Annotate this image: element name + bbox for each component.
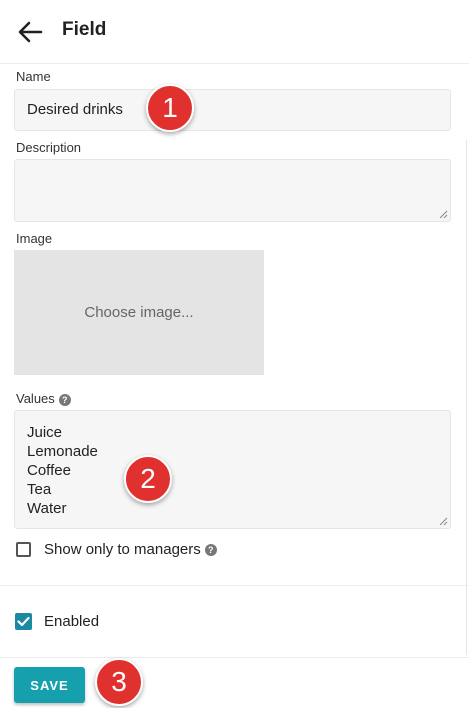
- annotation-badge: 1: [146, 84, 194, 132]
- choose-image-label: Choose image...: [84, 304, 194, 321]
- annotation-badge: 2: [124, 455, 172, 503]
- name-input[interactable]: Desired drinks: [14, 89, 451, 131]
- show-managers-label: Show only to managers: [44, 541, 201, 558]
- show-managers-checkbox[interactable]: [16, 542, 31, 557]
- resize-handle-icon[interactable]: [438, 209, 448, 219]
- image-label: Image: [16, 231, 53, 246]
- values-line: Water: [27, 500, 67, 517]
- show-managers-label-row[interactable]: Show only to managers?: [44, 541, 217, 558]
- section-divider: [0, 585, 469, 586]
- checkmark-icon: [17, 616, 30, 627]
- name-input-value: Desired drinks: [27, 101, 123, 118]
- arrow-left-icon: [18, 21, 43, 43]
- help-icon[interactable]: ?: [204, 544, 217, 557]
- annotation-badge: 3: [95, 658, 143, 706]
- back-button[interactable]: [14, 18, 46, 46]
- choose-image-button[interactable]: Choose image...: [14, 250, 264, 375]
- page-title: Field: [62, 19, 107, 40]
- values-label: Values: [16, 391, 55, 406]
- description-label: Description: [16, 140, 82, 155]
- values-lines: Juice Lemonade Coffee Tea Water: [27, 423, 98, 518]
- resize-handle-icon[interactable]: [438, 516, 448, 526]
- values-textarea[interactable]: Juice Lemonade Coffee Tea Water: [14, 410, 451, 529]
- save-button[interactable]: SAVE: [14, 667, 85, 703]
- name-label: Name: [16, 69, 51, 84]
- enabled-checkbox[interactable]: [15, 613, 32, 630]
- values-line: Lemonade: [27, 443, 98, 460]
- values-line: Juice: [27, 424, 63, 441]
- values-label-row: Values?: [16, 391, 71, 406]
- help-icon[interactable]: ?: [58, 393, 71, 406]
- values-line: Tea: [27, 481, 52, 498]
- enabled-label: Enabled: [44, 613, 100, 630]
- app-header: Field: [0, 0, 469, 64]
- description-textarea[interactable]: [14, 159, 451, 222]
- values-line: Coffee: [27, 462, 71, 479]
- footer-divider: [0, 657, 469, 658]
- content-border: [466, 140, 467, 655]
